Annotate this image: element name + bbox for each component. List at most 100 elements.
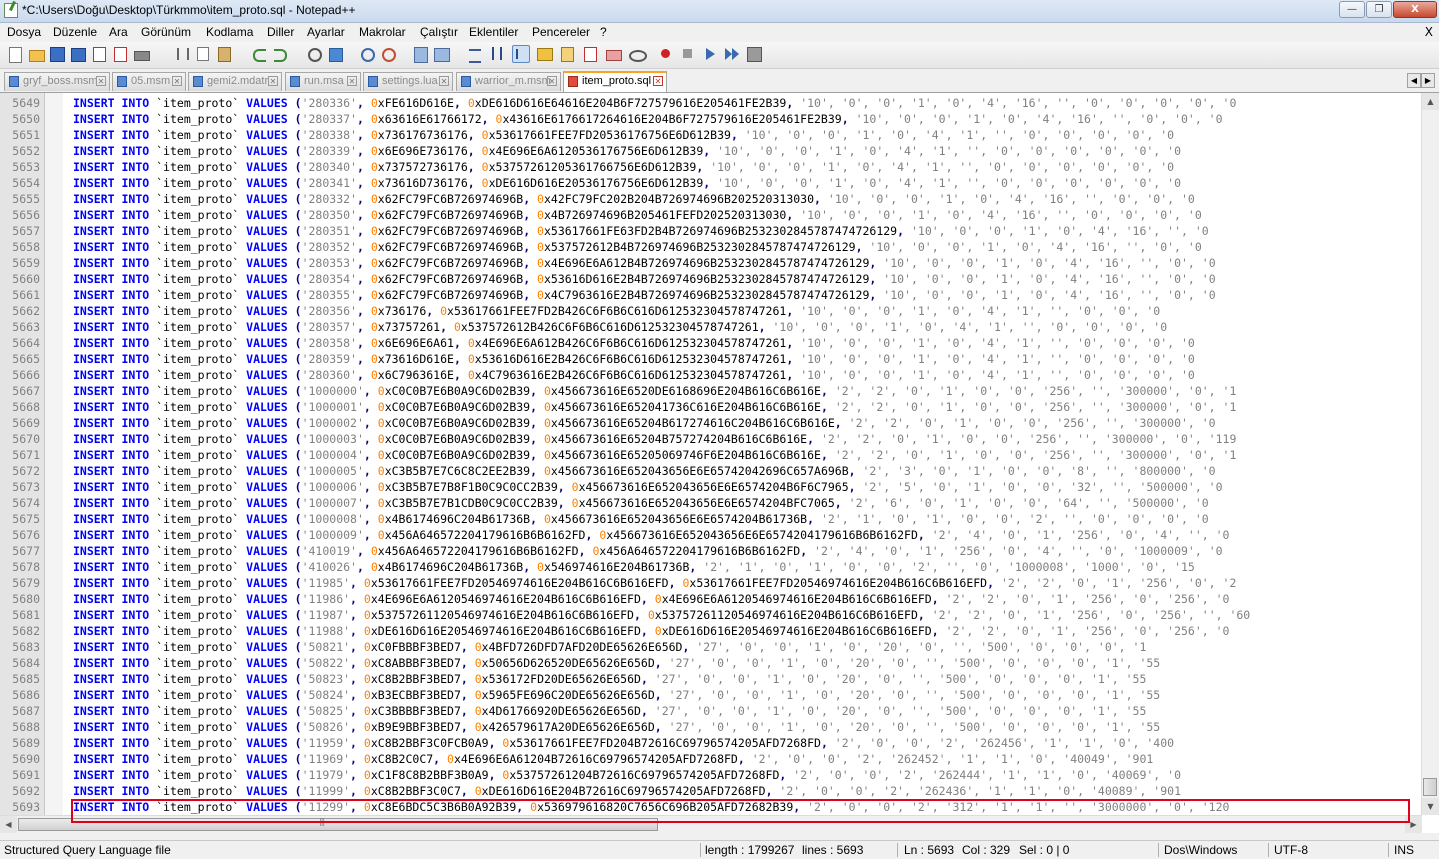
tab-close-icon[interactable]: ✕ xyxy=(653,76,663,86)
tab-gryf-boss[interactable]: gryf_boss.msm ✕ xyxy=(4,72,110,91)
horizontal-scrollbar[interactable]: ◀ ▶ xyxy=(0,815,1422,833)
vertical-scroll-thumb[interactable] xyxy=(1423,778,1437,796)
vnum-value: '50823' xyxy=(301,672,351,686)
hex-prefix: 0 xyxy=(647,608,655,622)
menu-calistir[interactable]: Çalıştır xyxy=(420,25,458,39)
zoom-in-icon[interactable] xyxy=(358,45,376,63)
code-text: INSERT INTO `item_proto` VALUES ('100000… xyxy=(73,495,1209,511)
save-macro-icon[interactable] xyxy=(745,45,763,63)
tab-close-icon[interactable]: ✕ xyxy=(268,76,278,86)
redo-icon[interactable] xyxy=(271,45,289,63)
notepadpp-app-icon[interactable] xyxy=(4,3,18,18)
play-macro-icon[interactable] xyxy=(701,45,719,63)
menu-pencereler[interactable]: Pencereler xyxy=(532,25,590,39)
undo-icon[interactable] xyxy=(250,45,268,63)
menu-help[interactable]: ? xyxy=(600,25,607,39)
keyword-insert: INSERT xyxy=(73,624,115,638)
function-list-icon[interactable] xyxy=(581,45,599,63)
status-insert-mode[interactable]: INS xyxy=(1394,843,1414,857)
new-file-icon[interactable] xyxy=(6,45,24,63)
comma: , xyxy=(848,480,863,494)
tab-scroll-left-icon[interactable]: ◀ xyxy=(1407,73,1421,88)
tab-close-icon[interactable]: ✕ xyxy=(347,76,357,86)
folder-workspace-icon[interactable] xyxy=(604,45,622,63)
menu-ayarlar[interactable]: Ayarlar xyxy=(307,25,345,39)
hex-prefix: 0 xyxy=(370,256,378,270)
find-icon[interactable] xyxy=(305,45,323,63)
vertical-scrollbar[interactable]: ▲ ▼ xyxy=(1421,93,1439,815)
tab-close-icon[interactable]: ✕ xyxy=(439,76,449,86)
tab-run-msa[interactable]: run.msa ✕ xyxy=(285,72,361,91)
monitoring-icon[interactable] xyxy=(627,45,647,63)
tab-close-icon[interactable]: ✕ xyxy=(547,76,557,86)
status-encoding[interactable]: UTF-8 xyxy=(1274,843,1308,857)
comma: , xyxy=(467,144,482,158)
menu-eklentiler[interactable]: Eklentiler xyxy=(469,25,518,39)
comma: , xyxy=(453,352,468,366)
restore-button[interactable]: ❐ xyxy=(1366,1,1392,18)
doc-map-icon[interactable] xyxy=(558,45,576,63)
line-number: 5671 xyxy=(12,448,40,462)
tab-item-proto-sql[interactable]: item_proto.sql ✕ xyxy=(563,71,667,92)
table-name: `item_proto` xyxy=(156,208,240,222)
save-icon[interactable] xyxy=(48,45,66,63)
menu-duzenle[interactable]: Düzenle xyxy=(53,25,97,39)
stop-macro-icon[interactable] xyxy=(679,45,697,63)
menu-kodlama[interactable]: Kodlama xyxy=(206,25,253,39)
scroll-up-icon[interactable]: ▲ xyxy=(1422,93,1439,110)
sync-horizontal-icon[interactable] xyxy=(432,45,450,63)
hex-value: 73616D616E xyxy=(384,352,454,366)
minimize-button[interactable]: — xyxy=(1339,1,1365,18)
horizontal-scroll-thumb[interactable] xyxy=(18,817,658,831)
menu-dosya[interactable]: Dosya xyxy=(7,25,41,39)
tab-close-icon[interactable]: ✕ xyxy=(96,76,106,86)
menu-gorunum[interactable]: Görünüm xyxy=(141,25,191,39)
keyword-into: INTO xyxy=(121,112,150,126)
show-all-chars-icon[interactable] xyxy=(487,45,505,63)
comma: , xyxy=(350,688,364,702)
tab-scroll-right-icon[interactable]: ▶ xyxy=(1421,73,1435,88)
hex-locale-name: 0x4E696E6A612B4B726974696B25323028457874… xyxy=(537,256,870,270)
tab-settings-lua[interactable]: settings.lua ✕ xyxy=(363,72,453,91)
table-name: `item_proto` xyxy=(156,464,240,478)
comma: , xyxy=(557,496,572,510)
comma: , xyxy=(460,784,475,798)
sync-vertical-icon[interactable] xyxy=(411,45,429,63)
scroll-right-icon[interactable]: ▶ xyxy=(1405,816,1422,833)
open-file-icon[interactable] xyxy=(27,45,45,63)
run-macro-multiple-icon[interactable] xyxy=(723,45,741,63)
keyword-insert: INSERT xyxy=(73,560,115,574)
tab-gemi2-mdatr[interactable]: gemi2.mdatr ✕ xyxy=(188,72,282,91)
copy-icon[interactable] xyxy=(194,45,212,63)
replace-icon[interactable] xyxy=(326,45,344,63)
keyword-values: VALUES xyxy=(246,432,288,446)
keyword-into: INTO xyxy=(121,192,150,206)
word-wrap-icon[interactable] xyxy=(466,45,484,63)
tab-close-icon[interactable]: ✕ xyxy=(172,76,182,86)
line-number: 5655 xyxy=(12,192,40,206)
hex-name: 0xC8B2BBF3C0C7 xyxy=(363,784,461,798)
record-macro-icon[interactable] xyxy=(657,45,675,63)
zoom-out-icon[interactable] xyxy=(379,45,397,63)
save-all-icon[interactable] xyxy=(69,45,87,63)
indent-guide-icon[interactable] xyxy=(512,45,530,63)
print-icon[interactable] xyxy=(132,45,150,63)
tab-warrior-m-msm[interactable]: warrior_m.msm ✕ xyxy=(456,72,561,91)
cut-icon[interactable] xyxy=(173,45,191,63)
scroll-down-icon[interactable]: ▼ xyxy=(1422,798,1439,815)
close-window-button[interactable]: X xyxy=(1393,1,1437,18)
tab-05-msm[interactable]: 05.msm ✕ xyxy=(112,72,186,91)
hex-prefix: 0 xyxy=(377,416,385,430)
hex-prefix: 0 xyxy=(502,768,510,782)
menu-makrolar[interactable]: Makrolar xyxy=(359,25,406,39)
close-all-icon[interactable] xyxy=(111,45,129,63)
code-editor[interactable]: 5649 INSERT INTO `item_proto` VALUES ('28… xyxy=(0,93,1439,833)
close-document-button[interactable]: X xyxy=(1425,25,1433,39)
paste-icon[interactable] xyxy=(215,45,233,63)
status-eol-format[interactable]: Dos\Windows xyxy=(1164,843,1237,857)
user-defined-lang-icon[interactable] xyxy=(535,45,553,63)
menu-ara[interactable]: Ara xyxy=(109,25,128,39)
scroll-left-icon[interactable]: ◀ xyxy=(0,816,17,833)
menu-diller[interactable]: Diller xyxy=(267,25,294,39)
close-file-icon[interactable] xyxy=(90,45,108,63)
